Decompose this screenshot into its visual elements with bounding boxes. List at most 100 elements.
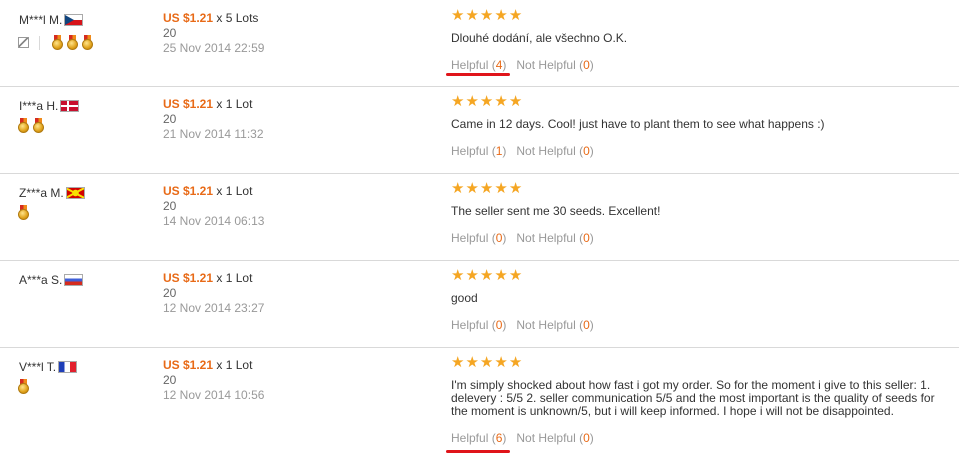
medal-icon xyxy=(18,118,29,133)
medal-coin xyxy=(52,39,63,50)
not-helpful-button[interactable]: Not Helpful (0) xyxy=(516,144,593,158)
helpful-underline-annotation xyxy=(446,73,510,76)
star-icon: ★ xyxy=(451,267,465,284)
review-row: A***a S. US $1.21 x 1 Lot 20 12 Nov 2014 23… xyxy=(0,260,959,348)
order-info: US $1.21 x 1 Lot 20 14 Nov 2014 06:13 xyxy=(163,184,264,229)
review-row: V***l T. US $1.21 x 1 Lot 20 12 Nov 2014 10… xyxy=(0,347,959,462)
star-icon: ★ xyxy=(508,180,523,197)
helpful-button[interactable]: Helpful (0) xyxy=(451,231,506,245)
not-helpful-label: Not Helpful xyxy=(516,58,576,72)
review-date: 12 Nov 2014 23:27 xyxy=(163,301,265,315)
order-price: US $1.21 xyxy=(163,11,214,25)
order-pieces: 20 xyxy=(163,26,177,40)
order-info: US $1.21 x 5 Lots 20 25 Nov 2014 22:59 xyxy=(163,11,264,56)
vote-controls: Helpful (0) Not Helpful (0) xyxy=(451,318,951,332)
star-icon: ★ xyxy=(494,7,508,24)
buyer-name[interactable]: I***a H. xyxy=(19,99,58,113)
order-info: US $1.21 x 1 Lot 20 12 Nov 2014 23:27 xyxy=(163,271,264,316)
not-helpful-count: 0 xyxy=(583,231,590,245)
review-row: Z***a M. US $1.21 x 1 Lot 20 14 Nov 2014 06… xyxy=(0,173,959,261)
helpful-label: Helpful xyxy=(451,318,489,332)
helpful-label: Helpful xyxy=(451,431,489,445)
order-quantity: x 5 Lots xyxy=(216,11,259,25)
review-text: Came in 12 days. Cool! just have to plan… xyxy=(451,117,825,131)
review-content: ★ ★ ★ ★ ★ The seller sent me 30 seeds. Excell… xyxy=(451,180,951,245)
buyer-name[interactable]: V***l T. xyxy=(19,360,56,374)
buyer-name[interactable]: M***l M. xyxy=(19,13,62,27)
medal-icon xyxy=(18,379,29,394)
not-helpful-label: Not Helpful xyxy=(516,231,576,245)
vote-controls: Helpful (4) Not Helpful (0) xyxy=(451,58,951,72)
star-icon: ★ xyxy=(479,354,494,371)
star-icon: ★ xyxy=(494,267,508,284)
vote-controls: Helpful (1) Not Helpful (0) xyxy=(451,144,951,158)
not-helpful-count: 0 xyxy=(583,144,590,158)
medal-icon xyxy=(18,205,29,220)
not-helpful-label: Not Helpful xyxy=(516,431,576,445)
not-helpful-button[interactable]: Not Helpful (0) xyxy=(516,58,593,72)
not-helpful-button[interactable]: Not Helpful (0) xyxy=(516,318,593,332)
order-price: US $1.21 xyxy=(163,97,214,111)
star-icon: ★ xyxy=(494,180,508,197)
buyer-name[interactable]: A***a S. xyxy=(19,273,62,287)
not-helpful-count: 0 xyxy=(583,318,590,332)
helpful-label: Helpful xyxy=(451,144,489,158)
buyer-name[interactable]: Z***a M. xyxy=(19,186,64,200)
helpful-button[interactable]: Helpful (6) xyxy=(451,431,506,445)
not-helpful-button[interactable]: Not Helpful (0) xyxy=(516,431,593,445)
star-icon: ★ xyxy=(494,93,508,110)
order-pieces: 20 xyxy=(163,199,177,213)
order-quantity: x 1 Lot xyxy=(216,271,253,285)
star-icon: ★ xyxy=(465,93,479,110)
medal-coin xyxy=(18,122,29,133)
order-price: US $1.21 xyxy=(163,184,214,198)
edit-icon[interactable] xyxy=(18,37,29,48)
star-icon: ★ xyxy=(465,354,479,371)
not-helpful-button[interactable]: Not Helpful (0) xyxy=(516,231,593,245)
review-text: I'm simply shocked about how fast i got … xyxy=(451,378,935,418)
medal-coin xyxy=(33,122,44,133)
medal-coin xyxy=(18,383,29,394)
helpful-count: 0 xyxy=(495,318,503,332)
helpful-button[interactable]: Helpful (0) xyxy=(451,318,506,332)
medal-coin xyxy=(18,209,29,220)
order-price-line: US $1.21 x 1 Lot xyxy=(163,184,264,199)
order-pieces: 20 xyxy=(163,373,177,387)
star-icon: ★ xyxy=(451,7,465,24)
review-date: 25 Nov 2014 22:59 xyxy=(163,41,265,55)
star-rating: ★ ★ ★ ★ ★ xyxy=(451,267,951,284)
order-price-line: US $1.21 x 1 Lot xyxy=(163,97,264,112)
medal-coin xyxy=(67,39,78,50)
order-price: US $1.21 xyxy=(163,358,214,372)
star-icon: ★ xyxy=(451,180,465,197)
order-pieces: 20 xyxy=(163,286,177,300)
order-pieces: 20 xyxy=(163,112,177,126)
country-flag-icon xyxy=(65,187,85,199)
review-date: 14 Nov 2014 06:13 xyxy=(163,214,265,228)
star-icon: ★ xyxy=(465,180,479,197)
buyer-info: A***a S. xyxy=(19,273,84,287)
helpful-button[interactable]: Helpful (4) xyxy=(451,58,506,72)
vote-controls: Helpful (0) Not Helpful (0) xyxy=(451,231,951,245)
not-helpful-label: Not Helpful xyxy=(516,318,576,332)
star-rating: ★ ★ ★ ★ ★ xyxy=(451,7,951,24)
order-price-line: US $1.21 x 1 Lot xyxy=(163,271,264,286)
review-text: Dlouhé dodání, ale všechno O.K. xyxy=(451,31,628,45)
star-rating: ★ ★ ★ ★ ★ xyxy=(451,180,951,197)
review-text: good xyxy=(451,291,478,305)
order-info: US $1.21 x 1 Lot 20 12 Nov 2014 10:56 xyxy=(163,358,264,403)
helpful-button[interactable]: Helpful (1) xyxy=(451,144,506,158)
order-price-line: US $1.21 x 1 Lot xyxy=(163,358,264,373)
not-helpful-count: 0 xyxy=(583,431,590,445)
buyer-info: I***a H. xyxy=(19,99,80,113)
star-icon: ★ xyxy=(479,7,494,24)
not-helpful-label: Not Helpful xyxy=(516,144,576,158)
not-helpful-count: 0 xyxy=(583,58,590,72)
buyer-badges xyxy=(18,118,48,133)
order-price: US $1.21 xyxy=(163,271,214,285)
buyer-badges xyxy=(18,205,33,220)
review-content: ★ ★ ★ ★ ★ Dlouhé dodání, ale všechno O.K. Help… xyxy=(451,7,951,72)
review-row: I***a H. US $1.21 x 1 Lot 20 21 Nov 2014 11… xyxy=(0,86,959,174)
badge-divider xyxy=(39,35,40,50)
order-quantity: x 1 Lot xyxy=(216,358,253,372)
